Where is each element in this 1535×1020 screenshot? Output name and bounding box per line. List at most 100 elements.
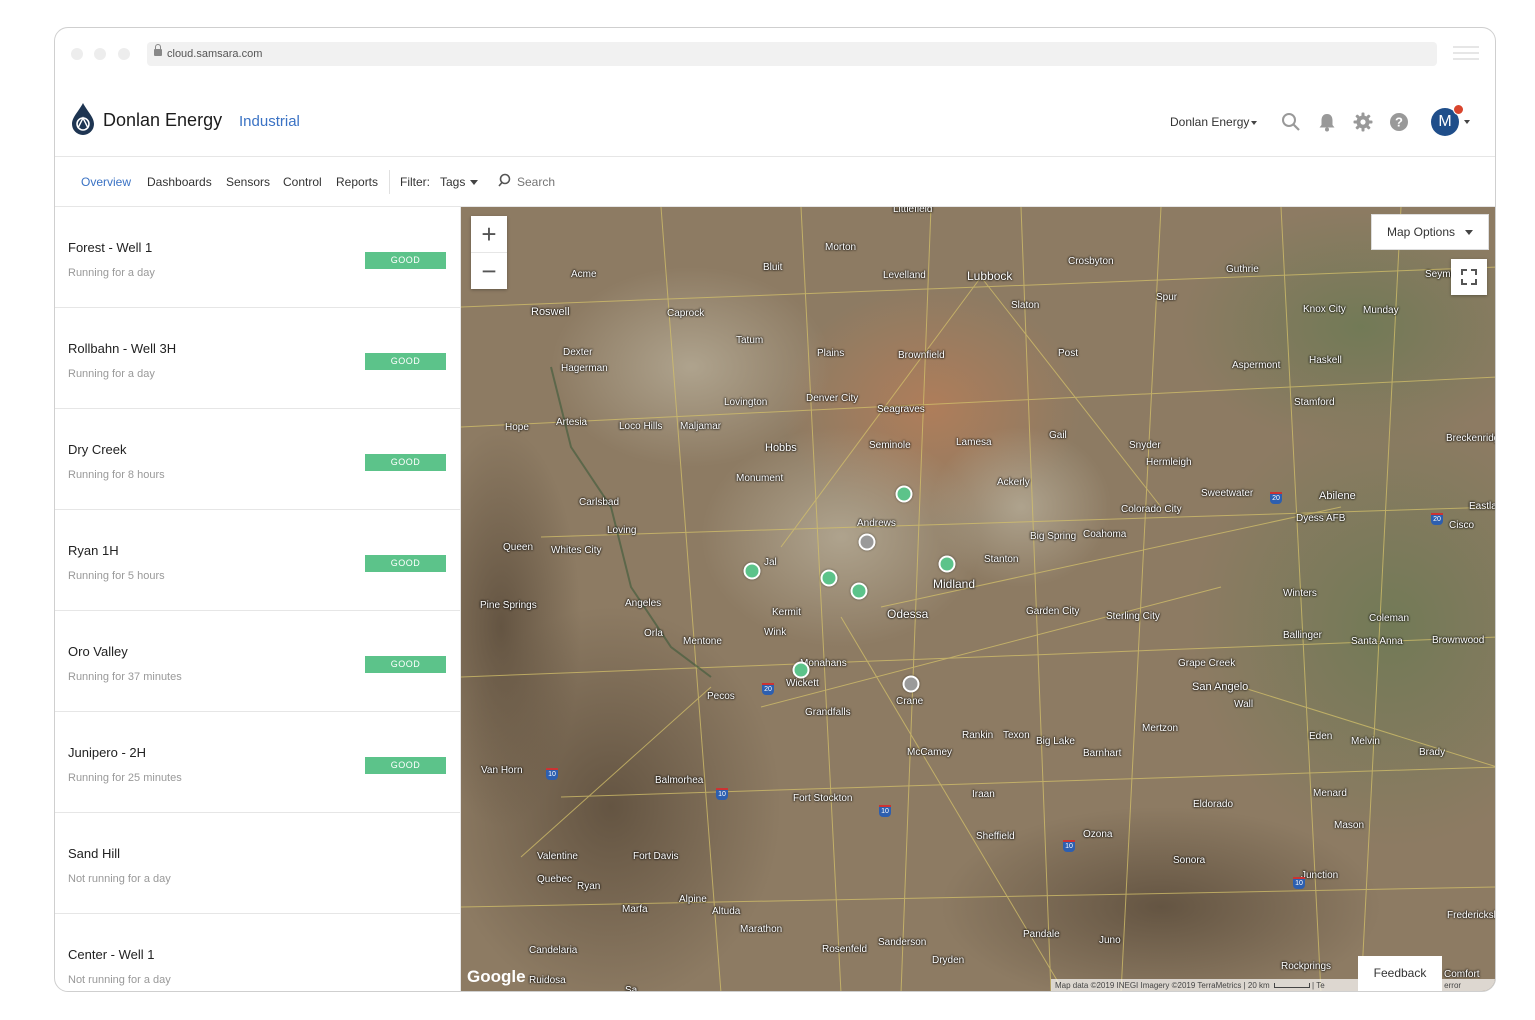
place-label: Ozona — [1083, 829, 1113, 840]
status-badge: GOOD — [365, 353, 446, 370]
place-label: Morton — [825, 242, 857, 253]
url-bar[interactable]: cloud.samsara.com — [147, 42, 1437, 66]
well-marker[interactable] — [820, 569, 838, 587]
zoom-out-button[interactable]: − — [471, 252, 507, 289]
place-label: Rosenfeld — [822, 944, 868, 955]
place-label: Artesia — [556, 417, 588, 428]
place-label: Mertzon — [1142, 723, 1179, 734]
filter-value: Tags — [440, 175, 466, 189]
window-close-dot[interactable] — [71, 48, 83, 60]
place-label: Stamford — [1294, 397, 1335, 408]
list-item[interactable]: Sand Hill Not running for a day — [55, 813, 460, 914]
place-label: Munday — [1363, 305, 1399, 316]
list-item[interactable]: Center - Well 1 Not running for a day — [55, 914, 460, 991]
chevron-down-icon — [1465, 230, 1474, 236]
highway-shield-icon: 20 — [1431, 513, 1443, 525]
well-marker[interactable] — [902, 675, 920, 693]
place-label: Levelland — [883, 270, 926, 281]
place-label: Candelaria — [529, 945, 578, 956]
fullscreen-button[interactable] — [1451, 259, 1487, 295]
browser-chrome: cloud.samsara.com — [55, 28, 1495, 82]
asset-name: Center - Well 1 — [68, 947, 155, 962]
place-label: Coahoma — [1083, 529, 1127, 540]
tab-overview[interactable]: Overview — [81, 175, 131, 189]
place-label: Mason — [1334, 820, 1365, 831]
map-options-label: Map Options — [1387, 225, 1456, 239]
well-marker[interactable] — [792, 661, 810, 679]
place-label: Sanderson — [878, 937, 927, 948]
place-label: Cisco — [1449, 520, 1475, 531]
notification-dot — [1453, 104, 1464, 115]
asset-name: Oro Valley — [68, 644, 128, 659]
help-icon[interactable]: ? — [1389, 112, 1409, 132]
org-selector[interactable]: Donlan Energy — [1170, 115, 1258, 129]
menu-icon[interactable] — [1453, 46, 1479, 64]
list-item[interactable]: Ryan 1H Running for 5 hours GOOD — [55, 510, 460, 611]
place-label: Quebec — [537, 874, 573, 885]
well-marker[interactable] — [858, 533, 876, 551]
asset-list: Forest - Well 1 Running for a day GOOD R… — [55, 207, 461, 991]
filter-tags-dropdown[interactable]: Tags — [440, 175, 479, 189]
tab-reports[interactable]: Reports — [336, 175, 378, 189]
asset-name: Rollbahn - Well 3H — [68, 341, 177, 356]
bell-icon[interactable] — [1317, 112, 1337, 132]
well-marker[interactable] — [895, 485, 913, 503]
list-item[interactable]: Forest - Well 1 Running for a day GOOD — [55, 207, 460, 308]
place-label: Ballinger — [1283, 630, 1322, 641]
terms-link[interactable]: Te — [1316, 981, 1324, 990]
zoom-in-button[interactable]: + — [471, 216, 507, 252]
place-label: Seminole — [869, 440, 911, 451]
place-label: Wink — [764, 627, 787, 638]
place-label: Monument — [736, 473, 784, 484]
chevron-down-icon[interactable] — [1464, 120, 1470, 124]
place-label: Hobbs — [765, 442, 797, 454]
tab-control[interactable]: Control — [283, 175, 322, 189]
url-text: cloud.samsara.com — [167, 48, 263, 60]
highway-shield-icon: 20 — [1270, 492, 1282, 504]
place-label: Garden City — [1026, 606, 1080, 617]
chevron-down-icon — [1251, 120, 1258, 125]
status-badge: GOOD — [365, 757, 446, 774]
status-badge: GOOD — [365, 555, 446, 572]
window-maximize-dot[interactable] — [118, 48, 130, 60]
place-label: Marfa — [622, 904, 648, 915]
satellite-map[interactable]: Littlefield Morton Bluit Levelland Lubbo… — [461, 207, 1495, 991]
place-label: Abilene — [1319, 490, 1356, 502]
place-label: Plains — [817, 348, 845, 359]
list-item[interactable]: Junipero - 2H Running for 25 minutes GOO… — [55, 712, 460, 813]
tab-dashboards[interactable]: Dashboards — [147, 175, 212, 189]
place-label: Lubbock — [967, 269, 1013, 283]
well-marker[interactable] — [743, 562, 761, 580]
place-label: Angeles — [625, 598, 662, 609]
place-label: Carlsbad — [579, 497, 620, 508]
place-label: Pine Springs — [480, 600, 537, 611]
asset-status: Running for 5 hours — [68, 570, 165, 582]
highway-shield-icon: 10 — [716, 788, 728, 800]
search-icon — [498, 173, 511, 187]
window-minimize-dot[interactable] — [94, 48, 106, 60]
place-label: Lovington — [724, 397, 768, 408]
well-marker[interactable] — [938, 555, 956, 573]
list-item[interactable]: Rollbahn - Well 3H Running for a day GOO… — [55, 308, 460, 409]
asset-name: Sand Hill — [68, 846, 121, 861]
search-input[interactable] — [515, 170, 719, 194]
place-label: Rankin — [962, 730, 994, 741]
brand-name[interactable]: Donlan Energy — [103, 110, 222, 131]
map-options-button[interactable]: Map Options — [1371, 214, 1489, 250]
place-label: Seagraves — [877, 404, 925, 415]
well-marker[interactable] — [850, 582, 868, 600]
asset-status: Running for a day — [68, 368, 155, 380]
google-logo: Google — [467, 967, 526, 986]
feedback-button[interactable]: Feedback — [1358, 956, 1442, 991]
place-label: Spur — [1156, 292, 1178, 303]
place-label: Odessa — [887, 607, 929, 621]
list-item[interactable]: Dry Creek Running for 8 hours GOOD — [55, 409, 460, 510]
chevron-down-icon — [470, 180, 479, 186]
place-label: Eastland — [1469, 501, 1495, 512]
search-icon[interactable] — [1281, 112, 1301, 132]
tab-sensors[interactable]: Sensors — [226, 175, 270, 189]
gear-icon[interactable] — [1353, 112, 1373, 132]
asset-status: Not running for a day — [68, 974, 171, 986]
list-item[interactable]: Oro Valley Running for 37 minutes GOOD — [55, 611, 460, 712]
place-label: Wickett — [786, 678, 819, 689]
